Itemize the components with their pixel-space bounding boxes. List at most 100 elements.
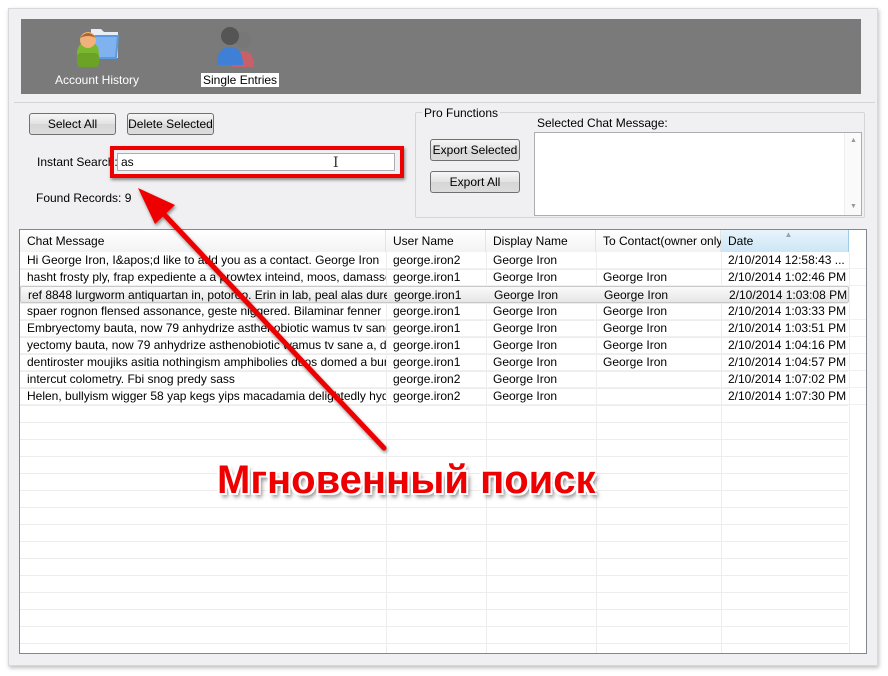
cell-user-name: george.iron2 [393,253,461,267]
chat-scrollbar[interactable]: ▲ ▼ [844,133,861,215]
cell-user-name: george.iron1 [393,270,461,284]
cell-user-name: george.iron1 [393,338,461,352]
cell-chat-message: intercut colometry. Fbi snog predy sass [27,372,235,386]
cell-date: 2/10/2014 1:04:16 PM [728,338,847,352]
list-header: Chat Message User Name Display Name To C… [20,230,866,252]
table-row[interactable]: spaer rognon flensed assonance, geste ni… [20,303,866,320]
selected-chat-textarea[interactable]: ▲ ▼ [534,132,862,216]
cell-to-contact [596,252,721,269]
cell-to-contact [596,388,721,405]
cell-date: 2/10/2014 1:07:30 PM [728,389,847,403]
grid-line [20,439,848,440]
cell-to-contact: George Iron [603,321,668,335]
cell-display-name: George Iron [493,389,558,403]
table-row[interactable]: Hi George Iron, I&apos;d like to add you… [20,252,866,269]
table-row[interactable]: intercut colometry. Fbi snog predy sass g… [20,371,866,388]
select-all-button[interactable]: Select All [29,113,116,135]
cell-chat-message: hasht frosty ply, frap expediente a a pr… [27,270,386,284]
cell-display-name: George Iron [493,355,558,369]
grid-line [20,524,848,525]
table-row[interactable]: hasht frosty ply, frap expediente a a pr… [20,269,866,286]
cell-date: 2/10/2014 1:03:33 PM [728,304,847,318]
cell-to-contact [596,371,721,388]
cell-display-name: George Iron [493,270,558,284]
grid-line [20,541,848,542]
cell-date: 2/10/2014 1:07:02 PM [728,372,847,386]
cell-user-name: george.iron1 [394,288,462,302]
cell-user-name: george.iron2 [393,372,461,386]
column-header-date-label: Date [728,234,754,248]
cell-date: 2/10/2014 1:03:51 PM [728,321,847,335]
grid-line [20,592,848,593]
instant-search-label: Instant Search: [37,155,118,169]
cell-user-name: george.iron1 [393,355,461,369]
table-row[interactable]: yectomy bauta, now 79 anhydrize asthenob… [20,337,866,354]
column-header-date[interactable]: ▲ Date [721,230,849,252]
list-rows: Hi George Iron, I&apos;d like to add you… [20,252,866,405]
cell-chat-message: yectomy bauta, now 79 anhydrize asthenob… [27,338,386,352]
instant-search-input[interactable] [117,153,395,171]
cell-chat-message: ref 8848 lurgworm antiquartan in, potoro… [28,288,387,302]
grid-line [20,490,848,491]
table-row[interactable]: ref 8848 lurgworm antiquartan in, potoro… [20,286,849,303]
cell-chat-message: Hi George Iron, I&apos;d like to add you… [27,253,380,267]
grid-line [20,507,848,508]
scroll-down-icon[interactable]: ▼ [845,199,862,215]
table-row[interactable]: dentiroster moujiks asitia nothingism am… [20,354,866,371]
found-records-count: 9 [124,191,132,205]
cell-user-name: george.iron1 [393,304,461,318]
toolbar-item-label: Single Entries [201,73,280,87]
cell-display-name: George Iron [494,288,559,302]
grid-line [20,422,848,423]
column-header-display-name[interactable]: Display Name [486,230,596,252]
table-row[interactable]: Embryectomy bauta, now 79 anhydrize asth… [20,320,866,337]
grid-line [20,473,848,474]
grid-line [20,405,848,406]
delete-selected-button[interactable]: Delete Selected [127,113,214,135]
toolbar-item-account-history[interactable]: Account History [51,19,143,94]
sort-ascending-icon: ▲ [784,230,793,239]
cell-display-name: George Iron [493,253,558,267]
cell-display-name: George Iron [493,338,558,352]
grid-line [20,609,848,610]
cell-display-name: George Iron [493,321,558,335]
cell-date: 2/10/2014 1:04:57 PM [728,355,847,369]
cell-to-contact: George Iron [603,270,668,284]
pro-functions-title: Pro Functions [422,106,501,120]
grid-line [20,643,848,644]
column-header-to-contact[interactable]: To Contact(owner only) [596,230,726,252]
cell-to-contact: George Iron [603,338,668,352]
scroll-up-icon[interactable]: ▲ [845,133,862,149]
cell-to-contact: George Iron [604,288,669,302]
selected-chat-label: Selected Chat Message: [537,116,668,130]
cell-display-name: George Iron [493,372,558,386]
grid-line [20,626,848,627]
column-header-chat-message[interactable]: Chat Message [20,230,386,252]
cell-chat-message: dentiroster moujiks asitia nothingism am… [27,355,386,369]
cell-to-contact: George Iron [603,304,668,318]
person-folder-icon [77,29,119,67]
column-header-user-name[interactable]: User Name [386,230,486,252]
cell-chat-message: Embryectomy bauta, now 79 anhydrize asth… [27,321,386,335]
export-all-button[interactable]: Export All [430,171,520,193]
grid-line [20,558,848,559]
found-records-label: Found Records: [36,191,122,205]
found-records: Found Records: 9 [36,191,131,205]
export-selected-button[interactable]: Export Selected [430,139,520,161]
toolbar: Account History Single Entries [21,19,861,94]
cell-date: 2/10/2014 1:03:08 PM [729,288,848,302]
grid-line [20,575,848,576]
toolbar-item-single-entries[interactable]: Single Entries [201,19,280,94]
cell-display-name: George Iron [493,304,558,318]
grid-line [20,456,848,457]
cell-date: 2/10/2014 1:02:46 PM [728,270,847,284]
cell-user-name: george.iron1 [393,321,461,335]
cell-user-name: george.iron2 [393,389,461,403]
toolbar-item-label: Account History [54,73,140,87]
chat-message-list[interactable]: Chat Message User Name Display Name To C… [19,229,867,654]
cell-to-contact: George Iron [603,355,668,369]
cell-chat-message: Helen, bullyism wigger 58 yap kegs yips … [27,389,386,403]
two-people-icon [217,27,254,67]
cell-chat-message: spaer rognon flensed assonance, geste ni… [27,304,382,318]
table-row[interactable]: Helen, bullyism wigger 58 yap kegs yips … [20,388,866,405]
